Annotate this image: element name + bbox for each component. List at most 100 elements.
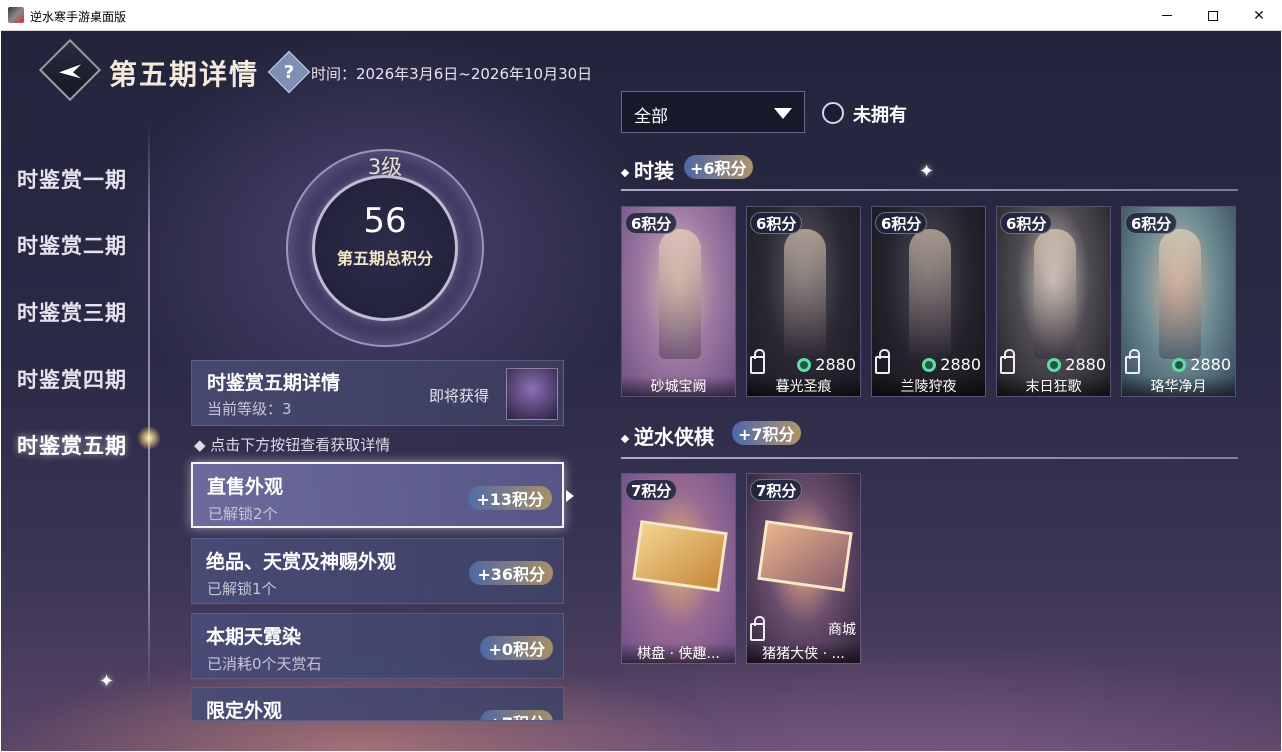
item-points-badge: 7积分 bbox=[750, 479, 803, 501]
category-title: 直售外观 bbox=[207, 476, 284, 498]
character-figure bbox=[659, 229, 701, 359]
category-title: 本期天霓染 bbox=[206, 626, 302, 648]
category-filter-dropdown[interactable]: 全部 bbox=[621, 91, 805, 133]
item-name: 珞华净月 bbox=[1122, 376, 1235, 396]
item-price: 2880 bbox=[1047, 355, 1106, 374]
item-name: 猪猪大侠 · ... bbox=[747, 643, 860, 663]
item-card[interactable]: 6积分 2880 兰陵狩夜 bbox=[871, 206, 986, 397]
jade-coin-icon bbox=[922, 357, 937, 372]
section-title-text: 时装 bbox=[634, 159, 674, 183]
diamond-bullet-icon bbox=[620, 168, 630, 177]
section-title-fashion: 时装 bbox=[620, 155, 674, 184]
nav-item-period-4[interactable]: 时鉴赏四期 bbox=[17, 364, 127, 394]
category-limited[interactable]: 限定外观 +7积分 bbox=[191, 687, 564, 721]
app-logo-icon bbox=[8, 7, 24, 23]
item-art bbox=[622, 474, 735, 663]
item-card[interactable]: 6积分 砂城宝阙 bbox=[621, 206, 736, 397]
item-name: 暮光圣痕 bbox=[747, 376, 860, 396]
category-points: +0积分 bbox=[480, 636, 553, 660]
category-dye[interactable]: 本期天霓染 已消耗0个天赏石 +0积分 bbox=[191, 613, 564, 679]
nav-item-period-3[interactable]: 时鉴赏三期 bbox=[17, 297, 127, 327]
back-button[interactable] bbox=[38, 38, 102, 102]
category-title: 限定外观 bbox=[206, 700, 283, 721]
lock-icon bbox=[1000, 349, 1015, 374]
section-points: +7积分 bbox=[732, 421, 801, 445]
price-value: 2880 bbox=[1065, 355, 1106, 374]
section-divider bbox=[621, 189, 1238, 191]
reward-label: 即将获得 bbox=[429, 387, 490, 405]
lock-icon bbox=[750, 349, 765, 374]
jade-coin-icon bbox=[1172, 357, 1187, 372]
item-points-badge: 6积分 bbox=[750, 212, 803, 234]
item-card[interactable]: 7积分 棋盘 · 侠趣... bbox=[621, 473, 736, 664]
back-arrow-icon bbox=[59, 64, 81, 79]
item-name: 棋盘 · 侠趣... bbox=[622, 643, 735, 663]
lock-icon bbox=[1125, 349, 1140, 374]
detail-level: 当前等级：3 bbox=[207, 400, 292, 418]
detail-title: 时鉴赏五期详情 bbox=[207, 372, 341, 394]
category-subtitle: 已消耗0个天赏石 bbox=[207, 655, 322, 673]
nav-item-period-2[interactable]: 时鉴赏二期 bbox=[17, 230, 127, 260]
nav-rail bbox=[148, 121, 150, 691]
category-subtitle: 已解锁1个 bbox=[207, 580, 277, 598]
not-owned-radio[interactable] bbox=[822, 102, 844, 124]
help-button[interactable]: ? bbox=[267, 50, 311, 94]
item-card[interactable]: 6积分 2880 末日狂歌 bbox=[996, 206, 1111, 397]
total-score: 56 bbox=[363, 201, 407, 241]
item-price: 2880 bbox=[797, 355, 856, 374]
nav-item-period-5[interactable]: 时鉴赏五期 bbox=[17, 430, 127, 460]
item-price: 2880 bbox=[1172, 355, 1231, 374]
category-subtitle: 已解锁2个 bbox=[208, 505, 278, 523]
minimize-button[interactable] bbox=[1144, 0, 1190, 31]
diamond-bullet-icon bbox=[620, 434, 630, 443]
category-points: +7积分 bbox=[480, 710, 553, 720]
item-name: 末日狂歌 bbox=[997, 376, 1110, 396]
nav-item-period-1[interactable]: 时鉴赏一期 bbox=[17, 164, 127, 194]
next-reward-thumbnail[interactable] bbox=[506, 368, 558, 420]
maximize-button[interactable] bbox=[1190, 0, 1236, 31]
help-icon: ? bbox=[283, 61, 295, 83]
window-titlebar: 逆水寒手游桌面版 ✕ bbox=[0, 0, 1282, 31]
item-points-badge: 7积分 bbox=[625, 479, 678, 501]
current-level: 3级 bbox=[367, 155, 403, 179]
character-figure bbox=[1159, 229, 1201, 359]
section-points: +6积分 bbox=[684, 155, 753, 179]
selected-arrow-icon bbox=[566, 490, 574, 502]
maximize-icon bbox=[1208, 10, 1218, 21]
item-card[interactable]: 6积分 2880 暮光圣痕 bbox=[746, 206, 861, 397]
item-card[interactable]: 6积分 2880 珞华净月 bbox=[1121, 206, 1236, 397]
character-figure bbox=[784, 229, 826, 359]
price-value: 2880 bbox=[815, 355, 856, 374]
section-title-chess: 逆水侠棋 bbox=[620, 421, 714, 450]
game-canvas: ✦ ✦ 第五期详情 ? 时间：2026年3月6日~2026年10月30日 时鉴赏… bbox=[1, 31, 1281, 751]
item-name: 兰陵狩夜 bbox=[872, 376, 985, 396]
page-title: 第五期详情 bbox=[109, 58, 260, 91]
window-title: 逆水寒手游桌面版 bbox=[30, 10, 127, 24]
item-points-badge: 6积分 bbox=[875, 212, 928, 234]
chess-piece-art bbox=[757, 520, 853, 592]
item-points-badge: 6积分 bbox=[1000, 212, 1053, 234]
filter-value: 全部 bbox=[634, 107, 668, 127]
jade-coin-icon bbox=[797, 357, 812, 372]
category-direct-sale[interactable]: 直售外观 已解锁2个 +13积分 bbox=[191, 462, 564, 528]
jade-coin-icon bbox=[1047, 357, 1062, 372]
not-owned-label[interactable]: 未拥有 bbox=[853, 101, 907, 127]
lock-icon bbox=[875, 349, 890, 374]
item-art bbox=[622, 207, 735, 396]
item-points-badge: 6积分 bbox=[1125, 212, 1178, 234]
chessboard-art bbox=[632, 520, 728, 592]
period-detail-card[interactable]: 时鉴赏五期详情 当前等级：3 即将获得 bbox=[191, 360, 564, 426]
character-figure bbox=[1034, 229, 1076, 359]
category-title: 绝品、天赏及神赐外观 bbox=[206, 551, 397, 573]
item-card[interactable]: 7积分 商城 猪猪大侠 · ... bbox=[746, 473, 861, 664]
category-points: +36积分 bbox=[469, 561, 553, 585]
category-premium-appearances[interactable]: 绝品、天赏及神赐外观 已解锁1个 +36积分 bbox=[191, 538, 564, 604]
dropdown-caret-icon bbox=[774, 108, 792, 119]
period-time: 时间：2026年3月6日~2026年10月30日 bbox=[311, 65, 593, 83]
section-title-text: 逆水侠棋 bbox=[634, 425, 714, 449]
hint-text: ◆ 点击下方按钮查看获取详情 bbox=[194, 436, 391, 454]
character-figure bbox=[909, 229, 951, 359]
price-value: 2880 bbox=[940, 355, 981, 374]
price-value: 2880 bbox=[1190, 355, 1231, 374]
close-button[interactable]: ✕ bbox=[1236, 0, 1282, 31]
